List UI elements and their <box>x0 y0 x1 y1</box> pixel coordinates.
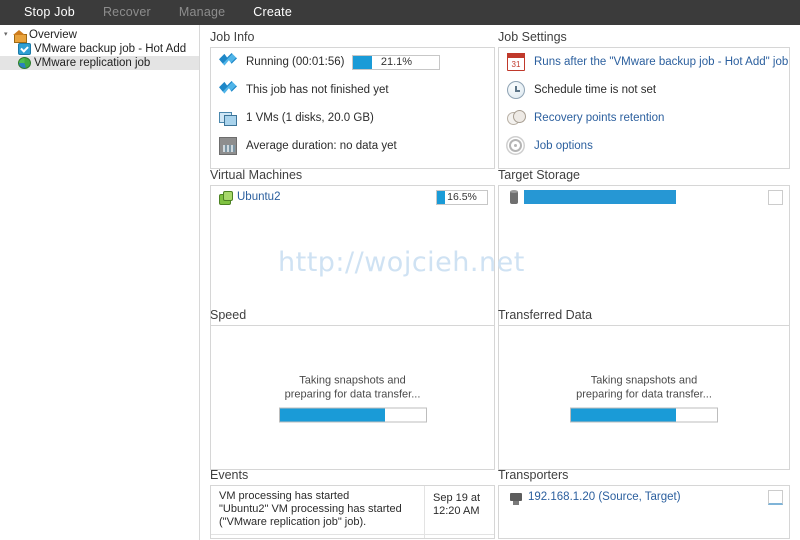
target-storage-list-item[interactable] <box>499 186 789 208</box>
toolbar-manage-button[interactable]: Manage <box>165 0 239 25</box>
main-content: Job Info Running (00:01:56) 21.1% This j… <box>200 25 800 540</box>
speed-progress-fill <box>279 408 385 421</box>
job-settings-runs-after-link[interactable]: Runs after the "VMware backup job - Hot … <box>534 56 788 68</box>
panel-job-info-title: Job Info <box>210 30 255 44</box>
transporter-list-item[interactable]: 192.168.1.20 (Source, Target) <box>499 486 789 508</box>
ubuntu-vm-icon <box>219 190 233 205</box>
panel-transporters: Transporters 192.168.1.20 (Source, Targe… <box>498 468 790 540</box>
gear-icon <box>507 137 525 155</box>
transferred-data-progress-fill <box>571 408 677 421</box>
job-settings-job-options-link[interactable]: Job options <box>534 140 593 152</box>
storage-icon <box>507 189 520 205</box>
job-info-running-label: Running (00:01:56) <box>246 56 345 68</box>
replication-icon <box>18 57 31 69</box>
event-text: VM processing has started "Ubuntu2" VM p… <box>219 490 402 528</box>
running-icon <box>219 81 237 94</box>
panel-job-info: Job Info Running (00:01:56) 21.1% This j… <box>210 30 495 170</box>
event-list-item[interactable]: VM processing has started "Ubuntu2" VM p… <box>211 486 494 535</box>
top-toolbar: Stop Job Recover Manage Create <box>0 0 800 25</box>
sidebar-item-overview-label: Overview <box>29 29 77 41</box>
sidebar-item-vmware-replication-job[interactable]: VMware replication job <box>0 56 199 70</box>
recovery-points-icon <box>507 109 526 127</box>
job-progress-bar: 21.1% <box>352 54 441 70</box>
panel-transporters-title: Transporters <box>498 468 569 482</box>
home-icon <box>13 29 27 43</box>
calendar-icon <box>507 53 525 71</box>
job-info-row-not-finished: This job has not finished yet <box>211 76 494 104</box>
job-info-row-avg-duration: Average duration: no data yet <box>211 132 494 160</box>
blue-check-icon <box>18 43 31 55</box>
transferred-data-progress-bar <box>570 407 718 422</box>
vm-name-label[interactable]: Ubuntu2 <box>237 191 280 203</box>
panel-transferred-data-box: Taking snapshots and preparing for data … <box>498 325 790 470</box>
job-info-row-vms: 1 VMs (1 disks, 20.0 GB) <box>211 104 494 132</box>
panel-target-storage: Target Storage <box>498 168 790 330</box>
vm-progress-bar: 16.5% <box>436 189 488 205</box>
transporter-icon <box>507 490 523 505</box>
event-date: Sep 19 at 12:20 AM <box>424 486 494 534</box>
speed-progress-bar <box>278 407 427 422</box>
transporter-name-label[interactable]: 192.168.1.20 (Source, Target) <box>528 491 681 503</box>
running-icon <box>219 53 237 66</box>
event-date <box>424 535 494 538</box>
panel-job-info-box: Running (00:01:56) 21.1% This job has no… <box>210 47 495 169</box>
job-info-not-finished-label: This job has not finished yet <box>246 84 389 96</box>
vms-icon <box>219 109 237 127</box>
target-storage-placeholder-square <box>768 189 783 205</box>
panel-events-title: Events <box>210 468 249 482</box>
panel-job-settings: Job Settings Runs after the "VMware back… <box>498 30 790 170</box>
clock-icon <box>507 81 525 99</box>
speed-waiting-text: Taking snapshots and preparing for data … <box>284 374 421 400</box>
toolbar-stop-job-button[interactable]: Stop Job <box>10 0 89 25</box>
vm-list-item[interactable]: Ubuntu2 16.5% <box>211 186 494 208</box>
panel-events: Events VM processing has started "Ubuntu… <box>210 468 495 540</box>
panel-target-storage-title: Target Storage <box>498 168 580 182</box>
job-settings-row-recovery-points[interactable]: Recovery points retention <box>499 104 789 132</box>
job-settings-row-runs-after[interactable]: Runs after the "VMware backup job - Hot … <box>499 48 789 76</box>
panel-transferred-data-title: Transferred Data <box>498 308 593 322</box>
toolbar-create-button[interactable]: Create <box>239 0 306 25</box>
chart-icon <box>219 137 237 155</box>
job-settings-recovery-points-link[interactable]: Recovery points retention <box>534 112 664 124</box>
transporter-placeholder-square <box>768 489 783 505</box>
job-info-vms-label: 1 VMs (1 disks, 20.0 GB) <box>246 112 374 124</box>
transferred-data-waiting-text: Taking snapshots and preparing for data … <box>576 374 712 400</box>
panel-speed: Speed Taking snapshots and preparing for… <box>210 308 495 471</box>
panel-speed-box: Taking snapshots and preparing for data … <box>210 325 495 470</box>
sidebar-item-vmware-backup-job[interactable]: VMware backup job - Hot Add <box>0 42 199 56</box>
panel-job-settings-title: Job Settings <box>498 30 567 44</box>
speed-waiting-block: Taking snapshots and preparing for data … <box>211 373 494 422</box>
sidebar-job-tree: ▾ Overview VMware backup job - Hot Add V… <box>0 25 200 540</box>
panel-transferred-data: Transferred Data Taking snapshots and pr… <box>498 308 790 471</box>
sidebar-item-vmware-backup-job-label: VMware backup job - Hot Add <box>34 43 187 55</box>
panel-speed-title: Speed <box>210 308 247 322</box>
tree-collapse-arrow-icon[interactable]: ▾ <box>4 28 13 42</box>
panel-virtual-machines: Virtual Machines Ubuntu2 16.5% <box>210 168 495 330</box>
panel-job-settings-box: Runs after the "VMware backup job - Hot … <box>498 47 790 169</box>
job-info-row-running: Running (00:01:56) 21.1% <box>211 48 494 76</box>
event-text: The job has started <box>211 535 424 538</box>
job-settings-row-schedule: Schedule time is not set <box>499 76 789 104</box>
job-settings-schedule-label: Schedule time is not set <box>534 84 657 96</box>
sidebar-item-vmware-replication-job-label: VMware replication job <box>34 57 151 69</box>
transferred-data-waiting-block: Taking snapshots and preparing for data … <box>499 373 789 422</box>
job-settings-row-job-options[interactable]: Job options <box>499 132 789 160</box>
toolbar-recover-button[interactable]: Recover <box>89 0 165 25</box>
target-storage-loading-bar <box>524 190 676 204</box>
sidebar-item-overview[interactable]: ▾ Overview <box>0 28 199 43</box>
panel-transporters-box: 192.168.1.20 (Source, Target) <box>498 485 790 539</box>
panel-virtual-machines-title: Virtual Machines <box>210 168 303 182</box>
job-info-avg-duration-label: Average duration: no data yet <box>246 140 397 152</box>
job-progress-label: 21.1% <box>380 56 413 68</box>
event-list-item[interactable]: The job has started <box>211 535 494 538</box>
vm-progress-label: 16.5% <box>447 191 477 203</box>
panel-events-box[interactable]: VM processing has started "Ubuntu2" VM p… <box>210 485 495 539</box>
